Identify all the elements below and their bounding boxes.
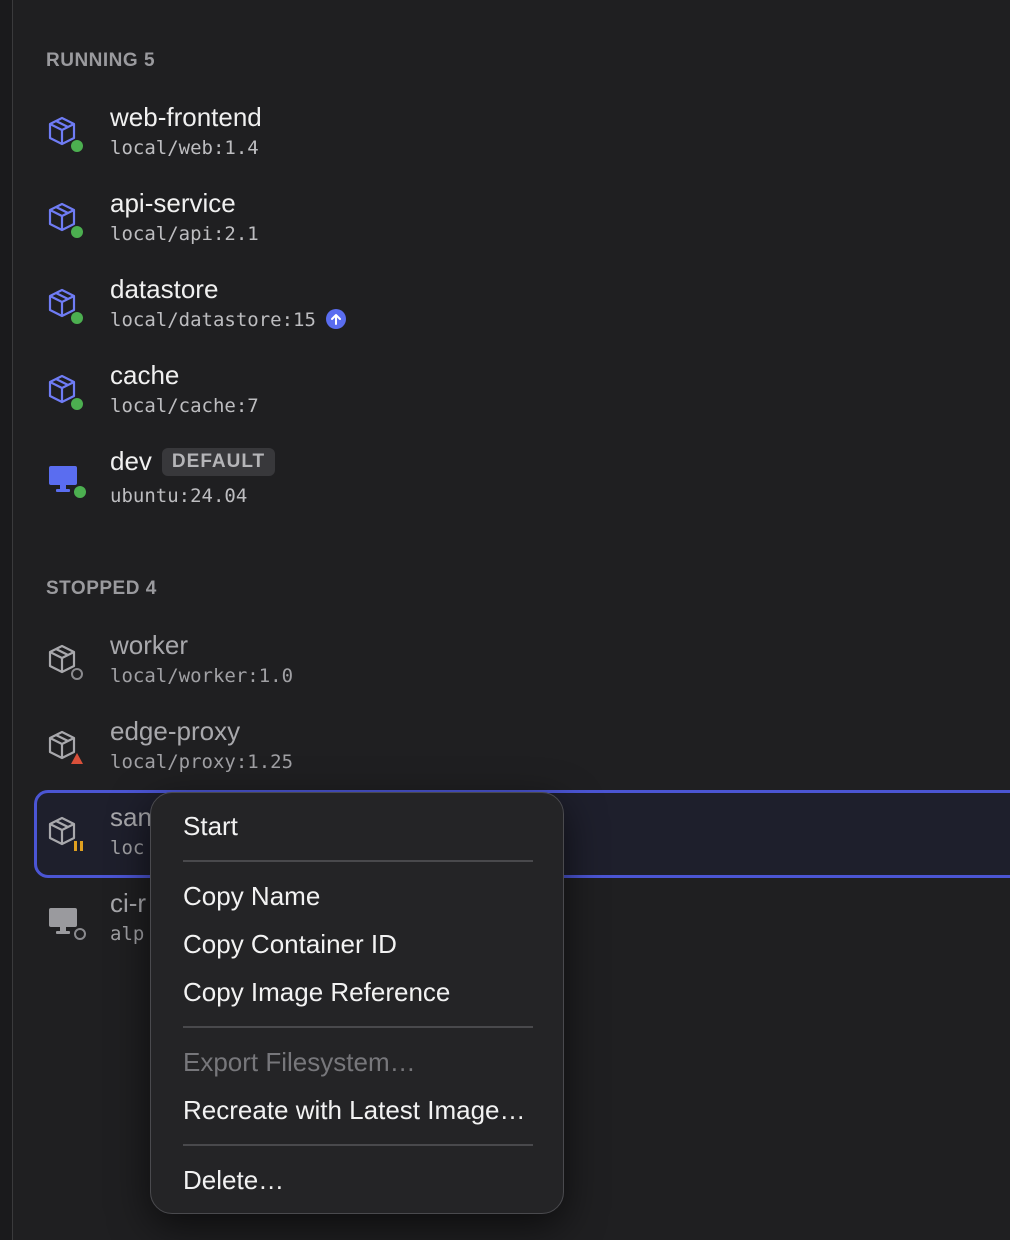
menu-separator <box>183 860 533 862</box>
container-image: local/proxy:1.25 <box>110 751 294 773</box>
container-icon <box>46 814 86 854</box>
container-row-edge-proxy[interactable]: edge-proxy local/proxy:1.25 <box>36 714 1010 794</box>
container-icon <box>46 372 86 412</box>
menu-item-export-filesystem: Export Filesystem… <box>183 1047 416 1077</box>
machine-icon <box>46 462 86 502</box>
container-image: local/api:2.1 <box>110 223 259 245</box>
container-name: san <box>110 802 152 832</box>
container-icon <box>46 728 86 768</box>
container-row-web-frontend[interactable]: web-frontend local/web:1.4 <box>36 100 1010 180</box>
container-name: api-service <box>110 188 236 218</box>
default-badge: DEFAULT <box>161 448 276 476</box>
menu-item-copy-image-reference[interactable]: Copy Image Reference <box>183 977 450 1008</box>
container-image: local/web:1.4 <box>110 137 259 159</box>
machine-name-line: dev DEFAULT <box>110 446 276 477</box>
menu-item-start[interactable]: Start <box>183 811 238 842</box>
container-icon <box>46 642 86 682</box>
sidebar-edge <box>0 0 13 1240</box>
container-name: worker <box>110 630 189 660</box>
context-menu: Start Copy Name Copy Container ID Copy I… <box>150 792 564 1214</box>
menu-item-recreate-latest-image[interactable]: Recreate with Latest Image… <box>183 1095 526 1126</box>
container-name: ci-r <box>110 888 147 918</box>
container-row-api-service[interactable]: api-service local/api:2.1 <box>36 186 1010 266</box>
container-icon <box>46 114 86 154</box>
container-name: web-frontend <box>110 102 262 132</box>
container-image: ubuntu:24.04 <box>110 485 248 507</box>
menu-item-copy-container-id[interactable]: Copy Container ID <box>183 929 397 960</box>
menu-item-delete[interactable]: Delete… <box>183 1165 284 1196</box>
container-icon <box>46 200 86 240</box>
container-image-line: local/datastore:15 <box>110 309 346 331</box>
section-header-running: RUNNING 5 <box>46 50 156 71</box>
container-row-datastore[interactable]: datastore local/datastore:15 <box>36 272 1010 352</box>
container-icon <box>46 286 86 326</box>
container-name: cache <box>110 360 180 390</box>
machine-row-dev[interactable]: dev DEFAULT ubuntu:24.04 <box>36 444 1010 524</box>
container-image: loc <box>110 837 145 859</box>
container-image: local/worker:1.0 <box>110 665 294 687</box>
container-row-cache[interactable]: cache local/cache:7 <box>36 358 1010 438</box>
menu-separator <box>183 1026 533 1028</box>
menu-separator <box>183 1144 533 1146</box>
container-row-worker[interactable]: worker local/worker:1.0 <box>36 628 1010 708</box>
menu-item-copy-name[interactable]: Copy Name <box>183 881 320 912</box>
container-image: alp <box>110 923 145 945</box>
machine-icon <box>46 904 86 944</box>
section-header-stopped: STOPPED 4 <box>46 578 157 599</box>
container-name: datastore <box>110 274 219 304</box>
container-name: edge-proxy <box>110 716 241 746</box>
update-available-icon[interactable] <box>325 309 346 329</box>
container-image: local/datastore:15 <box>110 309 316 331</box>
container-name: dev <box>110 446 152 476</box>
container-image: local/cache:7 <box>110 395 259 417</box>
